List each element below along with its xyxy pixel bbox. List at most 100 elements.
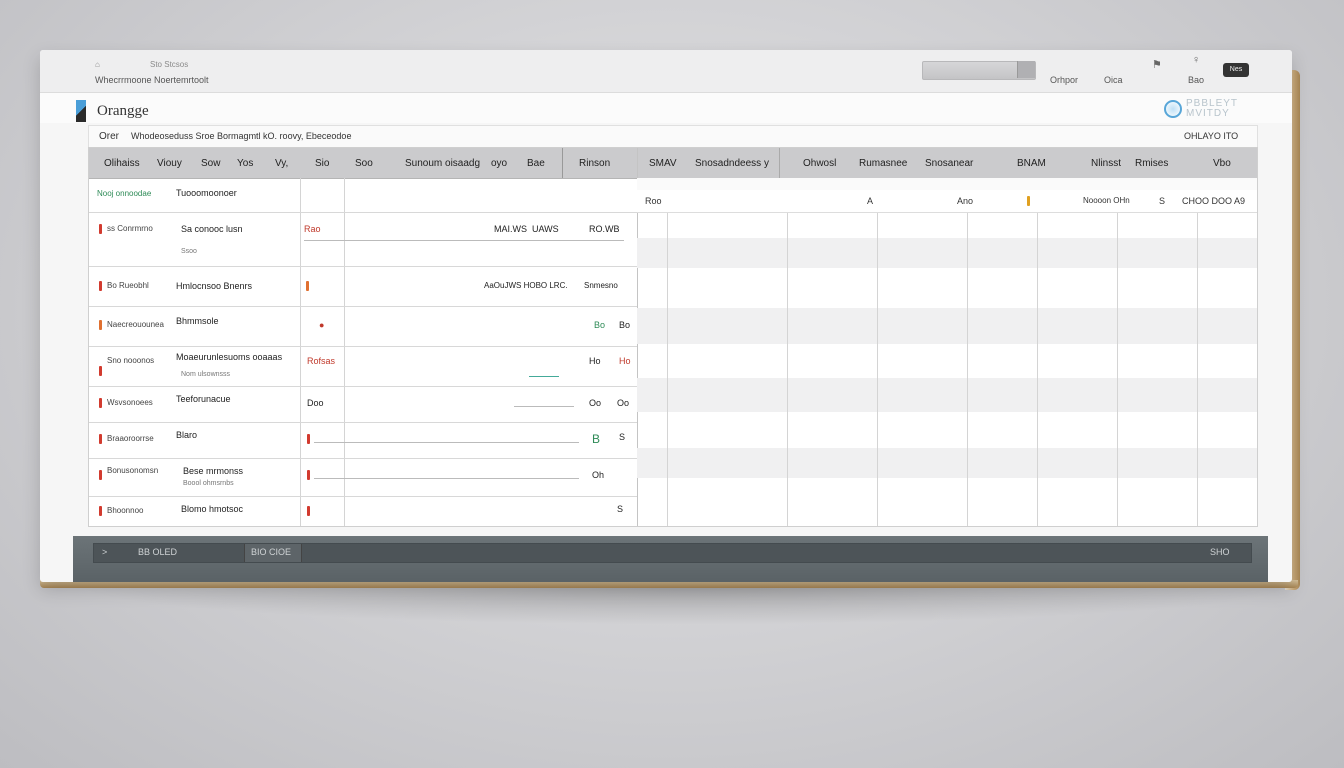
table-row[interactable]: Braaoroorrse Blaro B S xyxy=(89,422,637,459)
status-bar-track: > BB OLED BIO CIOE SHO xyxy=(93,543,1252,563)
grid-header-row: Olihaiss Viouy Sow Yos Vy, Sio Soo Sunou… xyxy=(89,148,1257,179)
row-label: Bhoonnoo xyxy=(107,506,144,515)
table-row[interactable]: Wsvsonoees Teeforunacue Doo Oo Oo xyxy=(89,386,637,423)
column-header[interactable]: Rmises xyxy=(1135,158,1168,169)
row-bar xyxy=(304,240,624,241)
timeline-gridline xyxy=(667,178,668,526)
table-row[interactable]: Nooj onnoodae Tuooomoonoer xyxy=(89,178,637,213)
status-marker-icon xyxy=(99,398,102,408)
nav-item-1[interactable]: Orhpor xyxy=(1050,75,1078,85)
table-row[interactable]: Sno nooonos Moaeurunlesuoms ooaaas Nom u… xyxy=(89,346,637,387)
row-value: Bo xyxy=(594,320,606,330)
status-marker-icon xyxy=(99,281,102,291)
status-marker-icon xyxy=(307,434,310,444)
row-value: Oo xyxy=(589,398,602,408)
column-header[interactable]: Sow xyxy=(201,158,220,169)
status-bar: > BB OLED BIO CIOE SHO xyxy=(73,536,1268,582)
table-row[interactable]: Bo Rueobhl Hmlocnsoo Bnenrs AaOuJWS HOBO… xyxy=(89,266,637,307)
row-label: Nooj onnoodae xyxy=(97,189,152,198)
table-row[interactable]: Bonusonomsn Bese mrmonss Boool ohmsrnbs … xyxy=(89,458,637,497)
column-header[interactable]: Viouy xyxy=(157,158,182,169)
status-marker-icon xyxy=(99,320,102,330)
row-bar xyxy=(514,406,574,407)
row-value: Rofsas xyxy=(307,356,336,366)
row-label: Naecreouounea xyxy=(107,320,164,329)
row-value: AaOuJWS HOBO LRC. xyxy=(484,281,568,290)
nav-item-3[interactable]: Bao xyxy=(1188,75,1204,85)
row-label: ss Conrmrno xyxy=(107,224,153,233)
column-header[interactable]: BNAM xyxy=(1017,158,1046,169)
row-value: Ho xyxy=(619,356,631,366)
row-name: Blaro xyxy=(176,430,198,440)
column-header[interactable]: Vbo xyxy=(1213,158,1231,169)
app-window: ⌂ Sto Stcsos Whecrrmoone Noertemrtoolt O… xyxy=(40,50,1292,582)
row-name: Moaeurunlesuoms ooaaas xyxy=(176,352,283,362)
toolbar-right-label[interactable]: OHLAYO ITO xyxy=(1184,131,1238,141)
row-label: Bonusonomsn xyxy=(107,466,159,475)
status-marker-icon xyxy=(306,281,309,291)
timeline-gridline xyxy=(1117,178,1118,526)
column-header[interactable]: Ohwosl xyxy=(803,158,836,169)
status-marker-icon xyxy=(99,434,102,444)
status-pill[interactable]: Nes xyxy=(1223,63,1249,77)
brand-text: PBBLEYT MVITDY xyxy=(1186,98,1239,119)
timeline-gridline xyxy=(967,178,968,526)
chrome-breadcrumb: Whecrrmoone Noertemrtoolt xyxy=(95,75,209,85)
grid-divider xyxy=(562,148,563,178)
status-marker-icon xyxy=(99,470,102,480)
toolbar: Orer Whodeoseduss Sroe Bormagmtl kO. roo… xyxy=(88,125,1258,148)
status-tab-label: BIO CIOE xyxy=(251,547,292,557)
column-header[interactable]: Snosanear xyxy=(925,158,973,169)
row-value: Oh xyxy=(592,470,605,480)
table-row[interactable]: ss Conrmrno Sa conooc lusn Ssoo Rao MAI.… xyxy=(89,212,637,267)
column-header[interactable]: Vy, xyxy=(275,158,288,169)
column-header[interactable]: Nlinsst xyxy=(1091,158,1121,169)
table-row[interactable]: Naecreouounea Bhmmsole ● Bo Bo xyxy=(89,306,637,347)
row-value: MAI.WS xyxy=(494,224,527,234)
column-header[interactable]: Yos xyxy=(237,158,253,169)
column-header[interactable]: Soo xyxy=(355,158,373,169)
row-value: RO.WB xyxy=(589,224,620,234)
row-label: Braaoroorrse xyxy=(107,434,154,443)
row-name: Teeforunacue xyxy=(176,394,231,404)
search-button[interactable] xyxy=(1017,61,1035,78)
row-label: Wsvsonoees xyxy=(107,398,153,407)
table-row[interactable]: Bhoonnoo Blomo hmotsoc S xyxy=(89,496,637,526)
column-header[interactable]: Rinson xyxy=(579,158,610,169)
column-header[interactable]: Bae xyxy=(527,158,545,169)
timeline-cell: Roo xyxy=(645,196,662,206)
row-value: Oo xyxy=(617,398,630,408)
timeline-row[interactable]: Roo A Ano Noooon OHn S CHOO DOO A9 xyxy=(637,190,1257,213)
breadcrumb[interactable]: Whodeoseduss Sroe Bormagmtl kO. roovy, E… xyxy=(131,131,351,141)
data-grid: Olihaiss Viouy Sow Yos Vy, Sio Soo Sunou… xyxy=(88,147,1258,527)
user-icon[interactable]: ♀ xyxy=(1192,54,1200,66)
timeline-marker-icon[interactable] xyxy=(1027,196,1030,206)
nav-item-2[interactable]: Oica xyxy=(1104,75,1123,85)
timeline-gridline xyxy=(877,178,878,526)
row-value: Doo xyxy=(307,398,324,408)
expand-chevron-icon[interactable]: > xyxy=(102,547,107,557)
timeline-cell: Noooon OHn xyxy=(1083,196,1130,205)
column-header[interactable]: SMAV xyxy=(649,158,677,169)
brand-logo-icon xyxy=(1164,100,1182,118)
column-header[interactable]: Olihaiss xyxy=(104,158,140,169)
timeline-cell: CHOO DOO A9 xyxy=(1182,196,1246,206)
chrome-tiny-label: Sto Stcsos xyxy=(150,60,189,69)
column-header[interactable]: Sio xyxy=(315,158,329,169)
timeline-band xyxy=(637,448,1257,478)
row-value: S xyxy=(617,504,624,514)
app-header: Orangge PBBLEYT MVITDY xyxy=(40,93,1292,123)
status-tab[interactable]: BIO CIOE xyxy=(244,544,302,562)
row-name: Bhmmsole xyxy=(176,316,219,326)
app-logo-icon xyxy=(76,100,86,122)
row-value: S xyxy=(619,432,626,442)
column-header[interactable]: Snosadndeess y xyxy=(695,158,769,169)
row-bar xyxy=(314,442,579,443)
column-header[interactable]: Rumasnee xyxy=(859,158,907,169)
home-icon[interactable]: ⌂ xyxy=(95,60,100,69)
status-marker-icon xyxy=(99,366,102,376)
column-header[interactable]: oyo xyxy=(491,158,507,169)
notification-icon[interactable]: ⚑ xyxy=(1152,58,1162,71)
window-chrome: ⌂ Sto Stcsos Whecrrmoone Noertemrtoolt O… xyxy=(40,50,1292,93)
column-header[interactable]: Sunoum oisaadg xyxy=(405,158,480,169)
